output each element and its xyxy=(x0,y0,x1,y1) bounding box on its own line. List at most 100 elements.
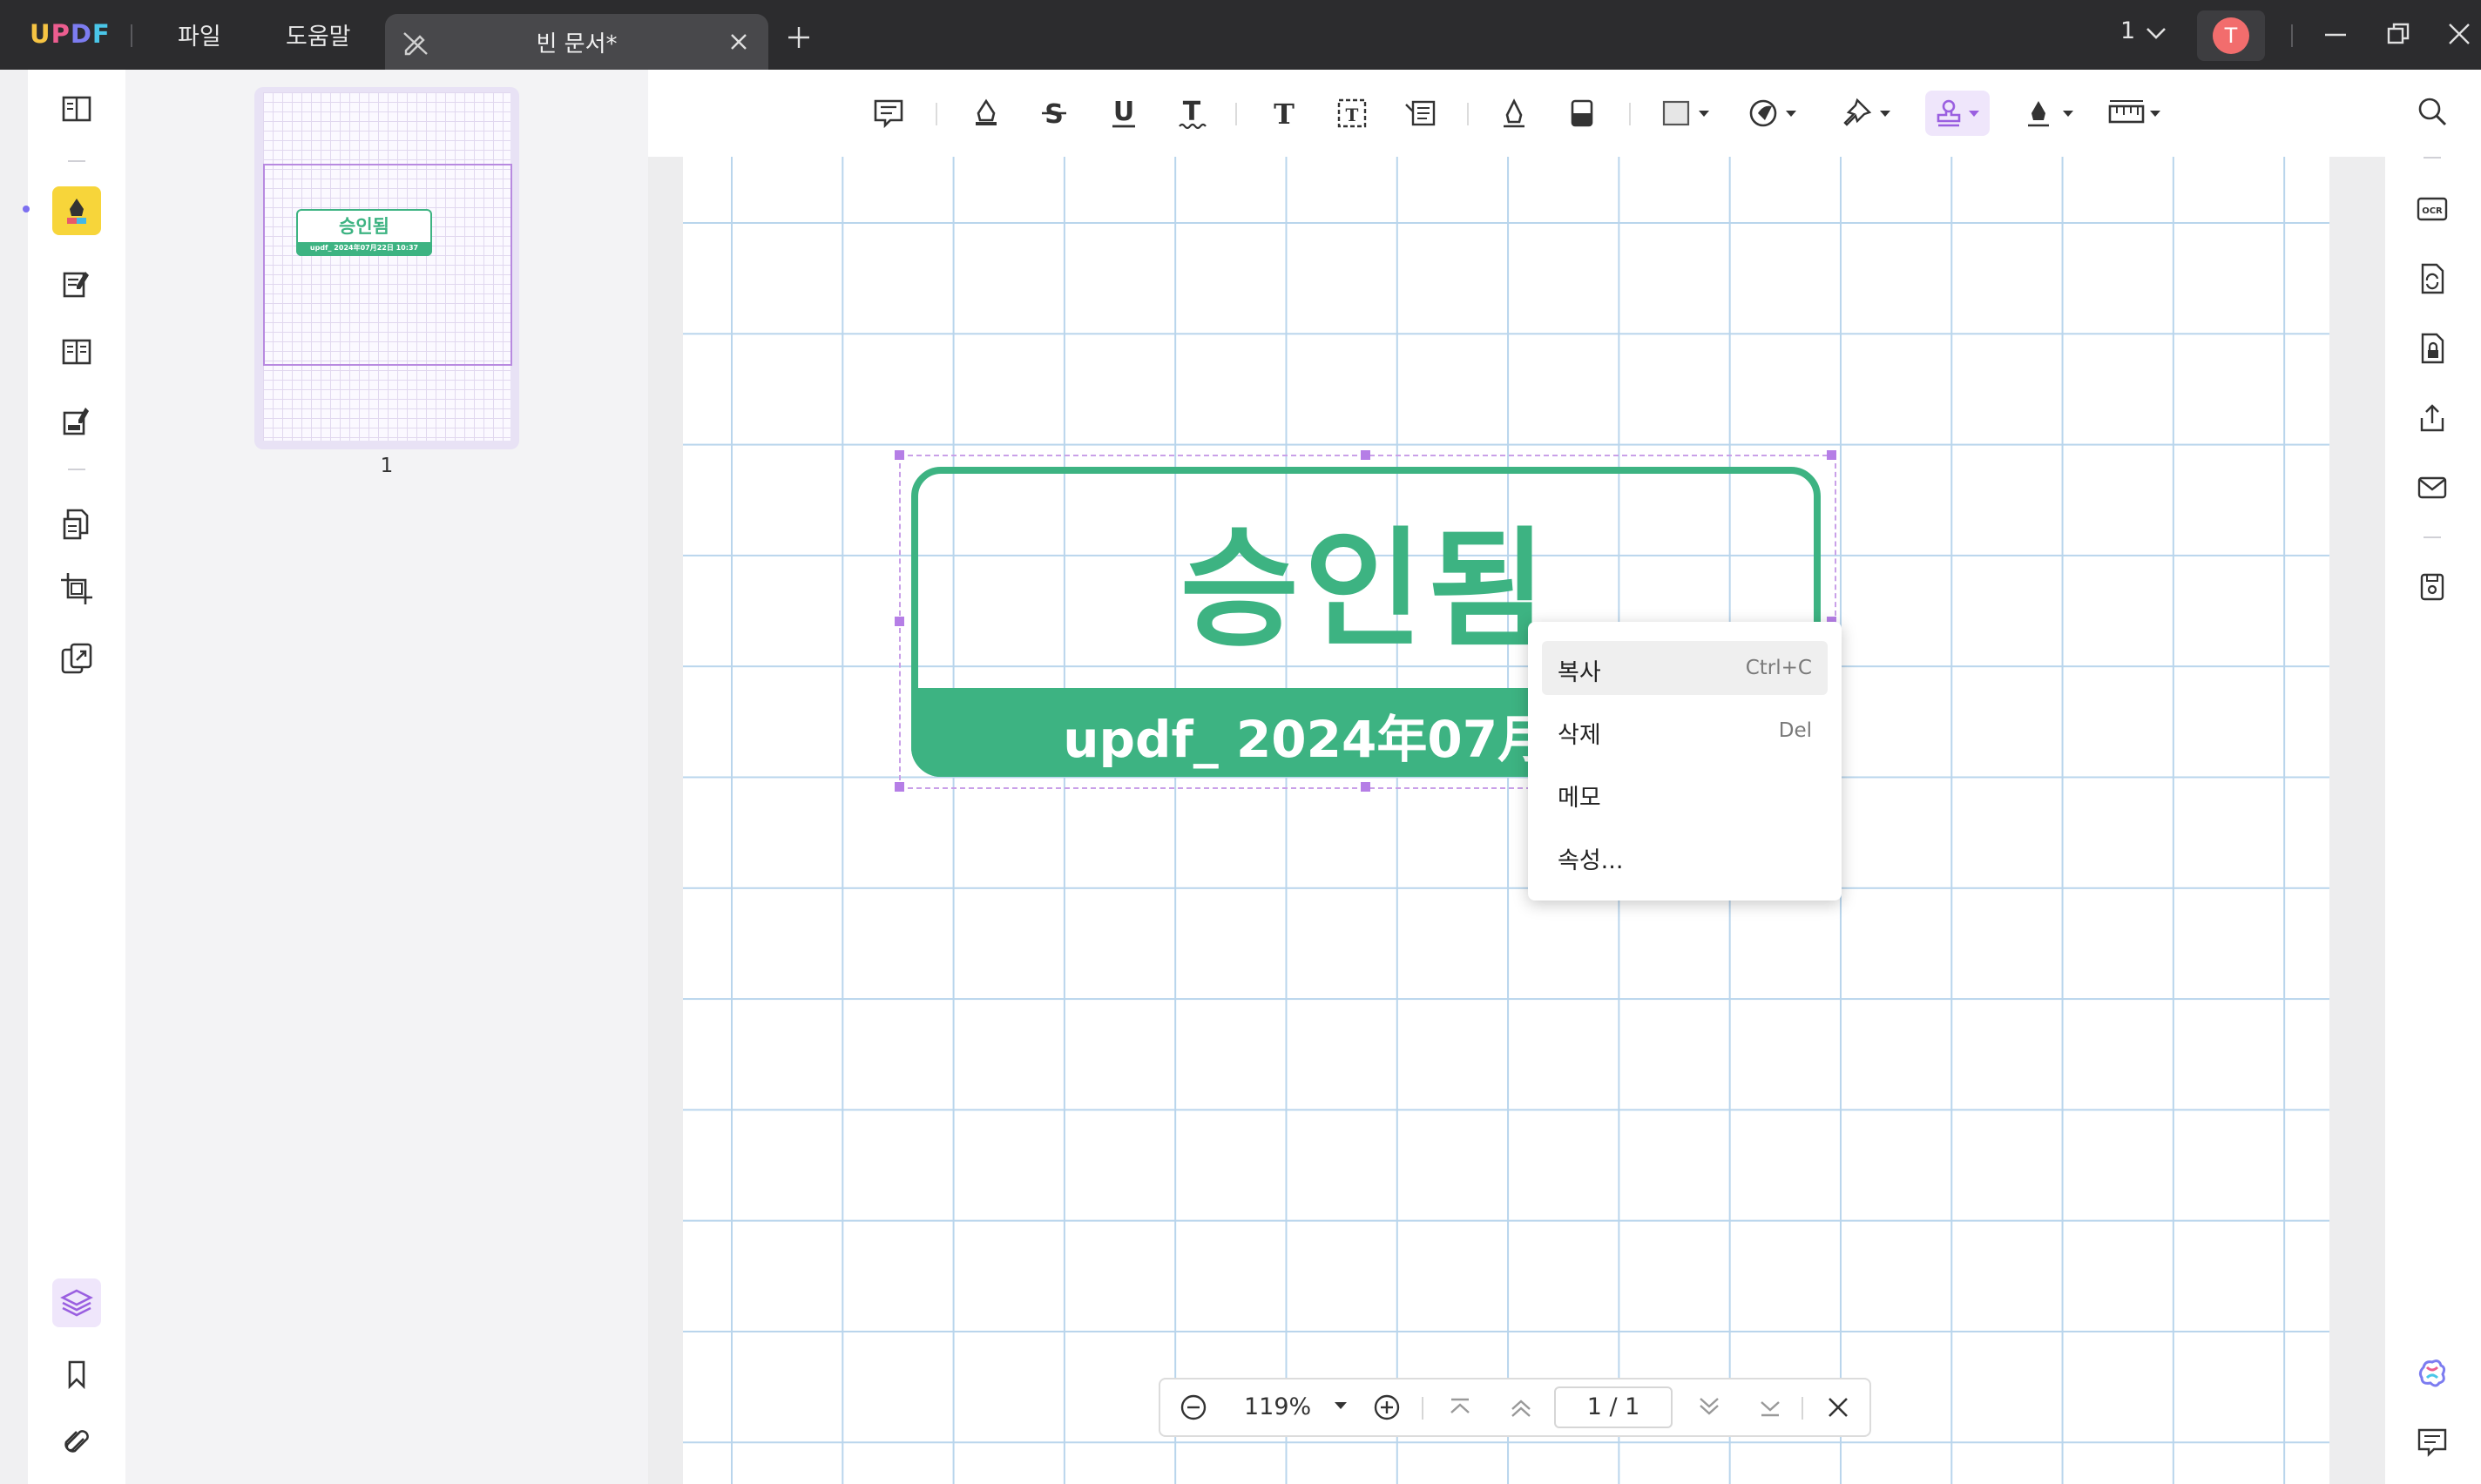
document-tab[interactable]: 빈 문서* xyxy=(385,14,768,70)
attachment-icon[interactable] xyxy=(52,1420,101,1468)
layers-icon[interactable] xyxy=(52,1278,101,1327)
menu-file[interactable]: 파일 xyxy=(178,17,221,51)
zoom-out-icon[interactable] xyxy=(1178,1392,1209,1423)
shape-rectangle-icon[interactable] xyxy=(1653,91,1718,136)
rail-divider xyxy=(2424,536,2441,538)
stamp-tool-icon[interactable] xyxy=(1925,91,1990,136)
search-icon[interactable] xyxy=(2410,89,2455,134)
context-menu-properties[interactable]: 속성... xyxy=(1542,829,1828,883)
rail-divider xyxy=(2424,157,2441,159)
title-bar xyxy=(0,0,2481,70)
updf-logo: UPDF xyxy=(30,19,111,49)
svg-text:OCR: OCR xyxy=(2422,206,2443,216)
menu-item-label: 속성... xyxy=(1558,847,1624,874)
menu-item-shortcut: Del xyxy=(1778,719,1812,742)
protect-pdf-icon[interactable] xyxy=(2410,326,2455,371)
email-icon[interactable] xyxy=(2410,465,2455,510)
pencil-tool-icon[interactable] xyxy=(1491,91,1537,136)
context-menu-note[interactable]: 메모 xyxy=(1542,766,1828,820)
comments-icon[interactable] xyxy=(2410,1420,2455,1465)
close-tab-icon[interactable] xyxy=(725,28,753,56)
restore-icon[interactable] xyxy=(2385,21,2411,47)
context-menu-delete[interactable]: 삭제 Del xyxy=(1542,704,1828,758)
sticker-icon[interactable] xyxy=(1741,91,1805,136)
pin-icon[interactable] xyxy=(1835,91,1899,136)
updf-ai-icon[interactable] xyxy=(2410,1350,2455,1395)
strikethrough-icon[interactable]: S xyxy=(1031,91,1077,136)
last-page-icon[interactable] xyxy=(1754,1392,1786,1423)
thumbnail-stamp-title: 승인됨 xyxy=(339,216,389,237)
thumbnail-stamp-date: updf_ 2024年07月22日 10:37 xyxy=(309,244,419,252)
first-page-icon[interactable] xyxy=(1444,1392,1476,1423)
share-icon[interactable] xyxy=(2410,395,2455,441)
menu-item-label: 메모 xyxy=(1558,785,1601,812)
text-tool-icon[interactable]: T xyxy=(1261,91,1307,136)
avatar[interactable]: T xyxy=(2213,17,2249,54)
thumbnail-viewport xyxy=(263,164,512,366)
close-window-icon[interactable] xyxy=(2446,21,2472,47)
zoombar-divider xyxy=(1802,1397,1803,1420)
resize-handle[interactable] xyxy=(895,450,904,460)
toolbar-divider xyxy=(1467,103,1469,125)
menu-item-label: 삭제 xyxy=(1558,722,1601,749)
resize-handle[interactable] xyxy=(895,617,904,626)
squiggly-underline-icon[interactable]: T xyxy=(1169,91,1214,136)
thumbnail-page-number: 1 xyxy=(380,455,394,477)
resize-handle[interactable] xyxy=(1827,450,1836,460)
zoom-in-icon[interactable] xyxy=(1371,1392,1403,1423)
organize-pages-icon[interactable] xyxy=(52,327,101,376)
highlight-tool-icon[interactable] xyxy=(963,91,1009,136)
title-divider xyxy=(131,24,132,47)
toolbar-divider xyxy=(936,103,937,125)
crop-page-icon[interactable] xyxy=(52,564,101,613)
svg-text:S: S xyxy=(1044,99,1064,130)
rail-divider xyxy=(68,469,85,470)
close-zoombar-icon[interactable] xyxy=(1822,1392,1854,1423)
svg-text:T: T xyxy=(1274,98,1295,131)
minimize-icon[interactable] xyxy=(2322,23,2349,49)
svg-text:T: T xyxy=(1183,97,1201,127)
menu-help[interactable]: 도움말 xyxy=(286,17,351,51)
tab-title: 빈 문서* xyxy=(536,31,618,57)
edit-pdf-icon[interactable] xyxy=(52,260,101,308)
reader-mode-icon[interactable] xyxy=(52,85,101,134)
text-callout-icon[interactable] xyxy=(1397,91,1443,136)
page-number-input[interactable]: 1 / 1 xyxy=(1554,1386,1673,1428)
resize-handle[interactable] xyxy=(1361,782,1370,792)
resize-handle[interactable] xyxy=(895,782,904,792)
zoom-level[interactable]: 119% xyxy=(1244,1393,1311,1420)
previous-page-icon[interactable] xyxy=(1505,1392,1537,1423)
comment-highlighter-icon[interactable] xyxy=(52,186,101,235)
svg-text:U: U xyxy=(1113,97,1134,127)
chevron-down-icon[interactable] xyxy=(2145,24,2167,42)
signature-icon[interactable] xyxy=(2018,91,2082,136)
title-divider xyxy=(2291,24,2293,47)
zoom-navigation-bar: 119% 1 / 1 xyxy=(1159,1378,1871,1437)
window-count[interactable]: 1 xyxy=(2120,17,2135,44)
resize-handle[interactable] xyxy=(1361,450,1370,460)
fill-sign-icon[interactable] xyxy=(52,397,101,446)
zoombar-divider xyxy=(1422,1397,1423,1420)
rail-divider xyxy=(68,160,85,162)
underline-icon[interactable]: U xyxy=(1101,91,1146,136)
measure-ruler-icon[interactable] xyxy=(2101,91,2169,136)
context-menu: 복사 Ctrl+C 삭제 Del 메모 속성... xyxy=(1528,622,1842,901)
sticky-note-icon[interactable] xyxy=(866,91,911,136)
zoom-dropdown-icon[interactable] xyxy=(1331,1399,1350,1413)
new-tab-plus-icon[interactable] xyxy=(786,24,812,51)
thumbnail-stamp: 승인됨 updf_ 2024年07月22日 10:37 xyxy=(296,209,432,256)
bookmark-icon[interactable] xyxy=(52,1350,101,1399)
context-menu-copy[interactable]: 복사 Ctrl+C xyxy=(1542,641,1828,695)
compress-pdf-icon[interactable] xyxy=(52,634,101,683)
toolbar-divider xyxy=(1629,103,1631,125)
pdf-page[interactable] xyxy=(683,157,2329,1484)
convert-pdf-icon[interactable] xyxy=(52,500,101,549)
eraser-icon[interactable] xyxy=(1559,91,1605,136)
next-page-icon[interactable] xyxy=(1693,1392,1725,1423)
text-box-icon[interactable]: T xyxy=(1329,91,1375,136)
active-indicator xyxy=(23,206,30,212)
convert-icon[interactable] xyxy=(2410,256,2455,301)
save-icon[interactable] xyxy=(2410,564,2455,610)
ocr-icon[interactable]: OCR xyxy=(2410,186,2455,232)
menu-item-label: 복사 xyxy=(1558,659,1601,686)
